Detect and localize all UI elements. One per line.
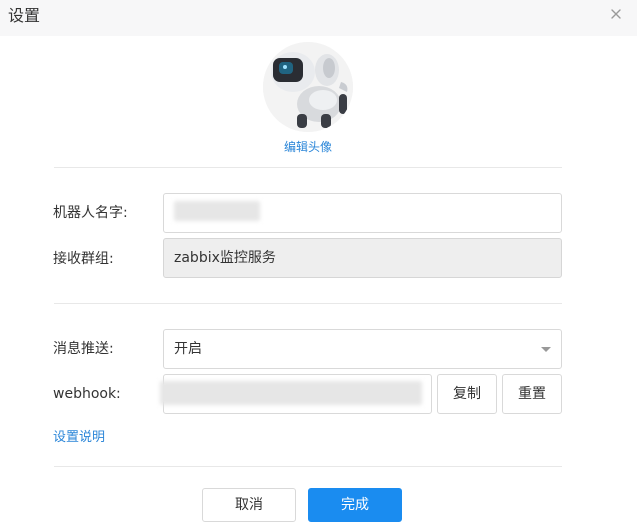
- robot-name-input[interactable]: [163, 193, 562, 233]
- webhook-input[interactable]: [160, 374, 432, 414]
- receive-group-field: zabbix监控服务: [163, 238, 562, 278]
- close-icon[interactable]: [606, 4, 626, 24]
- divider: [54, 167, 562, 168]
- webhook-label: webhook:: [53, 386, 121, 402]
- redacted-text: [160, 381, 422, 405]
- avatar[interactable]: [263, 42, 353, 132]
- divider: [54, 466, 562, 467]
- copy-button[interactable]: 复制: [437, 374, 497, 414]
- edit-avatar-link[interactable]: 编辑头像: [270, 139, 346, 155]
- cancel-button[interactable]: 取消: [202, 488, 296, 522]
- title-bar: 设置: [0, 0, 637, 36]
- chevron-down-icon: [541, 347, 551, 352]
- push-label: 消息推送:: [53, 341, 114, 357]
- settings-help-link[interactable]: 设置说明: [53, 429, 105, 447]
- divider: [54, 303, 562, 304]
- robot-name-label: 机器人名字:: [53, 205, 128, 221]
- confirm-button[interactable]: 完成: [308, 488, 402, 522]
- receive-group-value: zabbix监控服务: [174, 250, 276, 266]
- settings-dialog: 设置 编辑头像 机器人名字: 接收群组: zabbix监控服务 消息推送: 开启…: [0, 0, 637, 526]
- redacted-text: [174, 201, 260, 221]
- robot-avatar-image: [263, 42, 353, 132]
- receive-group-label: 接收群组:: [53, 251, 114, 267]
- push-select[interactable]: 开启: [163, 329, 562, 369]
- push-select-value: 开启: [174, 341, 202, 357]
- reset-button[interactable]: 重置: [502, 374, 562, 414]
- dialog-title: 设置: [8, 6, 41, 25]
